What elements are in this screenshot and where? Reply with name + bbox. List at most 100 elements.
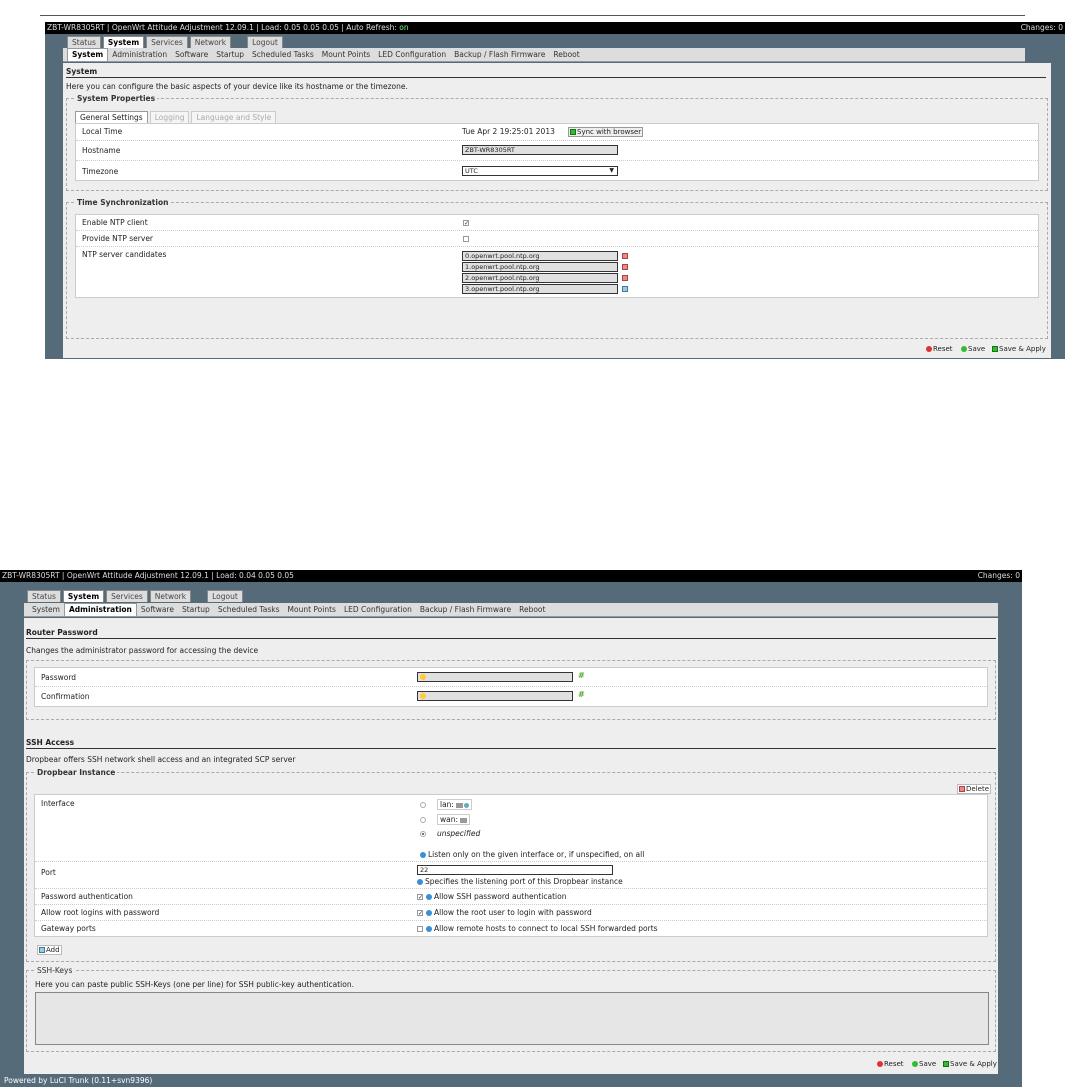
subtab-software[interactable]: Software [137,604,178,616]
subtab-startup[interactable]: Startup [212,49,248,61]
subtab-reboot[interactable]: Reboot [515,604,549,616]
subtab-led-configuration[interactable]: LED Configuration [374,49,450,61]
subtab-system[interactable]: System [67,48,109,61]
row-password: Password # [35,668,987,687]
interface-wan-option[interactable]: wan: [437,814,471,825]
subtab-led-configuration[interactable]: LED Configuration [340,604,416,616]
inner-tab-language[interactable]: Language and Style [191,111,277,123]
ntp-server-input[interactable]: 1.openwrt.pool.ntp.org [462,262,618,272]
ssh-keys-description: Here you can paste public SSH-Keys (one … [35,980,354,989]
tab-network[interactable]: Network [189,36,232,48]
hostname-input[interactable]: ZBT-WR8305RT [462,145,618,155]
tab-system[interactable]: System [102,36,145,48]
save-button[interactable]: Save [961,345,985,353]
sync-icon [570,129,576,135]
ntp-server-checkbox[interactable] [463,236,469,242]
remove-icon[interactable] [622,264,628,270]
main-nav: Status System Services Network Logout [67,36,283,48]
content-frame: Status System Services Network Logout Sy… [45,34,1065,359]
info-icon [426,926,432,932]
tab-system[interactable]: System [62,590,105,602]
interface-wan-radio[interactable] [420,817,426,823]
interface-unspecified-radio[interactable] [420,831,426,837]
sync-browser-button[interactable]: Sync with browser [568,127,644,137]
gateway-ports-checkbox[interactable] [417,926,423,932]
subtab-backup-flash[interactable]: Backup / Flash Firmware [450,49,549,61]
subtab-administration[interactable]: Administration [108,49,171,61]
reset-button[interactable]: Reset [926,345,953,353]
ntp-server-input[interactable]: 2.openwrt.pool.ntp.org [462,273,618,283]
dropbear-box: Interface lan: wan: unspecified Listen o… [34,794,988,937]
add-icon[interactable] [622,286,628,292]
save-apply-button[interactable]: Save & Apply [992,345,1046,353]
ssh-keys-textarea[interactable] [35,992,989,1045]
save-button[interactable]: Save [912,1060,936,1068]
screenshot-administration: ZBT-WR8305RT | OpenWrt Attitude Adjustme… [0,570,1022,1087]
confirmation-label: Confirmation [41,692,90,701]
header-changes[interactable]: Changes: 0 [978,570,1020,582]
reveal-password-icon[interactable]: # [578,671,585,680]
ntp-server-input[interactable]: 3.openwrt.pool.ntp.org [462,284,618,294]
reset-button[interactable]: Reset [877,1060,904,1068]
row-interface: Interface lan: wan: unspecified Listen o… [35,795,987,862]
remove-icon[interactable] [622,275,628,281]
screenshot-system: ZBT-WR8305RT | OpenWrt Attitude Adjustme… [45,22,1065,359]
tab-network[interactable]: Network [149,590,192,602]
add-instance-button[interactable]: Add [37,945,62,955]
sub-nav: System Administration Software Startup S… [63,48,1025,62]
row-password-auth: Password authentication ✓ Allow SSH pass… [35,889,987,905]
subtab-scheduled-tasks[interactable]: Scheduled Tasks [248,49,318,61]
inner-tab-logging[interactable]: Logging [149,111,190,123]
subtab-system[interactable]: System [28,604,64,616]
tab-services[interactable]: Services [106,590,148,602]
ntp-candidates-label: NTP server candidates [82,250,167,259]
tab-logout[interactable]: Logout [207,590,243,602]
tab-logout[interactable]: Logout [247,36,283,48]
key-icon [420,674,426,680]
general-settings-box: Local Time Tue Apr 2 19:25:01 2013 Sync … [75,123,1039,181]
ntp-client-label: Enable NTP client [82,218,148,227]
inner-tab-general[interactable]: General Settings [75,111,148,123]
tab-status[interactable]: Status [27,590,61,602]
password-auth-checkbox[interactable]: ✓ [417,894,423,901]
header-refresh-toggle[interactable]: on [399,23,408,32]
reveal-confirmation-icon[interactable]: # [578,690,585,699]
page-body: System Here you can configure the basic … [63,63,1051,358]
interface-lan-radio[interactable] [420,802,426,808]
ntp-client-checkbox[interactable]: ✓ [463,220,469,227]
subtab-startup[interactable]: Startup [178,604,214,616]
remove-icon[interactable] [622,253,628,259]
subtab-reboot[interactable]: Reboot [549,49,583,61]
subtab-software[interactable]: Software [171,49,212,61]
ssh-access-title: SSH Access [26,738,996,749]
tab-services[interactable]: Services [146,36,188,48]
confirmation-input[interactable] [417,691,573,701]
subtab-backup-flash[interactable]: Backup / Flash Firmware [416,604,515,616]
ntp-server-input[interactable]: 0.openwrt.pool.ntp.org [462,251,618,261]
header-changes[interactable]: Changes: 0 [1021,22,1063,34]
info-icon [417,879,423,885]
password-input[interactable] [417,672,573,682]
header-bar: ZBT-WR8305RT | OpenWrt Attitude Adjustme… [0,570,1022,582]
interface-lan-option[interactable]: lan: [437,799,472,810]
save-apply-button[interactable]: Save & Apply [943,1060,997,1068]
header-refresh-label: Auto Refresh: [346,23,397,32]
save-icon [912,1061,918,1067]
timezone-select[interactable]: UTC ▼ [462,166,618,176]
subtab-scheduled-tasks[interactable]: Scheduled Tasks [214,604,284,616]
root-login-checkbox[interactable]: ✓ [417,910,423,917]
header-title: OpenWrt Attitude Adjustment 12.09.1 [66,571,209,580]
local-time-value: Tue Apr 2 19:25:01 2013 [462,127,555,136]
delete-instance-button[interactable]: Delete [957,784,991,794]
apply-icon [943,1061,949,1067]
fieldset-legend: Time Synchronization [75,198,171,207]
footer-powered-by: Powered by LuCI Trunk (0.11+svn9396) [4,1076,153,1085]
tab-status[interactable]: Status [67,36,101,48]
row-ntp-server: Provide NTP server [76,231,1038,247]
port-hint: Specifies the listening port of this Dro… [417,877,623,886]
subtab-mount-points[interactable]: Mount Points [284,604,340,616]
interface-unspecified-option[interactable]: unspecified [437,829,480,838]
port-input[interactable]: 22 [417,865,613,875]
subtab-mount-points[interactable]: Mount Points [318,49,374,61]
subtab-administration[interactable]: Administration [63,603,137,616]
